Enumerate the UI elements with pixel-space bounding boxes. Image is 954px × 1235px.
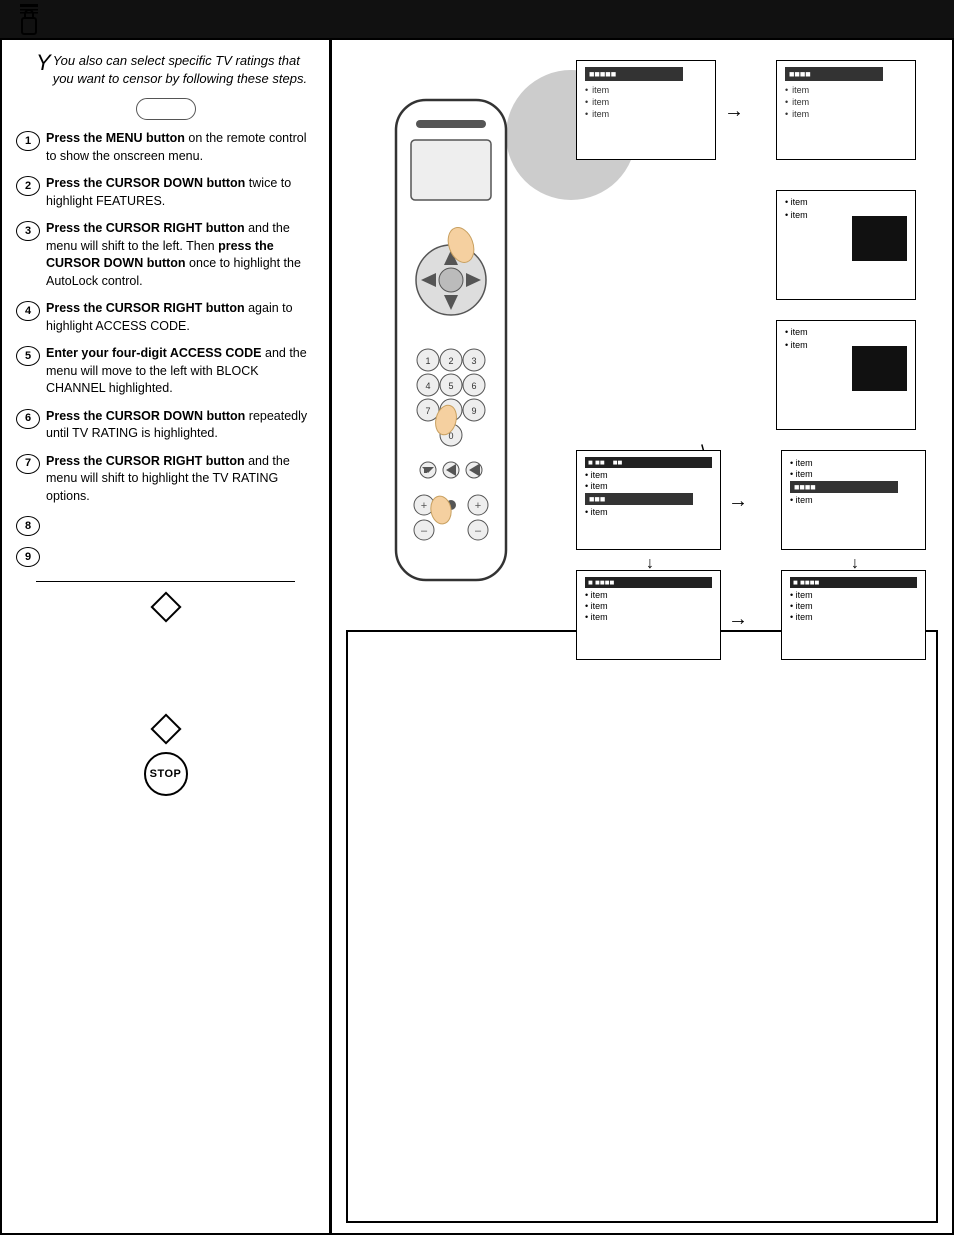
svg-text:+: + bbox=[421, 500, 427, 512]
screen-box-6: • item • item ■■■■ • item bbox=[781, 450, 926, 550]
diamond-bottom bbox=[16, 718, 315, 740]
illustration-area: 1 2 3 4 5 6 7 8 9 bbox=[346, 50, 938, 610]
stop-button-container: STOP bbox=[16, 752, 315, 796]
screen-box-7: ■ ■■■■ • item • item • item bbox=[576, 570, 721, 660]
step-7-text: Press the CURSOR RIGHT button and the me… bbox=[46, 453, 315, 506]
spacer bbox=[16, 628, 315, 708]
step-8: 8 bbox=[16, 515, 315, 536]
right-panel: 1 2 3 4 5 6 7 8 9 bbox=[332, 40, 952, 1233]
diamond-icon-top bbox=[150, 592, 181, 623]
svg-text:–: – bbox=[475, 525, 482, 537]
svg-text:1: 1 bbox=[425, 356, 430, 366]
svg-text:5: 5 bbox=[448, 381, 453, 391]
remote-pill-icon bbox=[136, 98, 196, 120]
divider bbox=[36, 581, 295, 582]
screen-3-black-block bbox=[852, 216, 907, 261]
stop-button: STOP bbox=[144, 752, 188, 796]
screen-box-5: ■ ■■ ■■ • item • item ■■■ • item bbox=[576, 450, 721, 550]
svg-text:4: 4 bbox=[425, 381, 430, 391]
arrow-right-3: → bbox=[728, 608, 748, 631]
step-6-number: 6 bbox=[16, 409, 40, 429]
screen-box-3: • item • item bbox=[776, 190, 916, 300]
step-3-text: Press the CURSOR RIGHT button and the me… bbox=[46, 220, 315, 290]
step-2: 2 Press the CURSOR DOWN button twice to … bbox=[16, 175, 315, 210]
step-4: 4 Press the CURSOR RIGHT button again to… bbox=[16, 300, 315, 335]
left-panel: YYou also can select specific TV ratings… bbox=[2, 40, 332, 1233]
lock-icon bbox=[18, 4, 40, 36]
step-5-text: Enter your four-digit ACCESS CODE and th… bbox=[46, 345, 315, 398]
arrow-down-1: ↓ bbox=[646, 555, 654, 573]
step-7: 7 Press the CURSOR RIGHT button and the … bbox=[16, 453, 315, 506]
step-2-number: 2 bbox=[16, 176, 40, 196]
svg-text:6: 6 bbox=[471, 381, 476, 391]
svg-text:2: 2 bbox=[448, 356, 453, 366]
arrow-right-2: → bbox=[728, 490, 748, 513]
svg-text:9: 9 bbox=[471, 406, 476, 416]
step-1-number: 1 bbox=[16, 131, 40, 151]
svg-text:3: 3 bbox=[471, 356, 476, 366]
screen-2-highlight: ■■■■ bbox=[785, 67, 883, 81]
bottom-text-box bbox=[346, 630, 938, 1223]
step-6-text: Press the CURSOR DOWN button repeatedly … bbox=[46, 408, 315, 443]
step-3-number: 3 bbox=[16, 221, 40, 241]
intro-text: YYou also can select specific TV ratings… bbox=[16, 52, 315, 88]
diamond-icon-bottom bbox=[150, 714, 181, 745]
step-1: 1 Press the MENU button on the remote co… bbox=[16, 130, 315, 165]
screen-box-2: ■■■■ item item item bbox=[776, 60, 916, 160]
step-8-number: 8 bbox=[16, 516, 40, 536]
svg-text:–: – bbox=[421, 525, 428, 537]
remote-control-area: 1 2 3 4 5 6 7 8 9 bbox=[346, 50, 566, 610]
top-bar bbox=[0, 0, 954, 38]
step-2-text: Press the CURSOR DOWN button twice to hi… bbox=[46, 175, 315, 210]
svg-text:+: + bbox=[475, 500, 481, 512]
step-4-text: Press the CURSOR RIGHT button again to h… bbox=[46, 300, 315, 335]
diamond-top bbox=[16, 596, 315, 618]
arrow-down-2: ↓ bbox=[851, 555, 859, 573]
svg-text:7: 7 bbox=[425, 406, 430, 416]
step-3: 3 Press the CURSOR RIGHT button and the … bbox=[16, 220, 315, 290]
step-5: 5 Enter your four-digit ACCESS CODE and … bbox=[16, 345, 315, 398]
step-4-number: 4 bbox=[16, 301, 40, 321]
screen-box-1: ■■■■■ item item item bbox=[576, 60, 716, 160]
step-5-number: 5 bbox=[16, 346, 40, 366]
screen-4-black-block bbox=[852, 346, 907, 391]
step-1-text: Press the MENU button on the remote cont… bbox=[46, 130, 315, 165]
screens-area: ■■■■■ item item item ■■■■ item item item… bbox=[576, 50, 938, 610]
step-7-number: 7 bbox=[16, 454, 40, 474]
step-9: 9 bbox=[16, 546, 315, 567]
remote-symbol bbox=[16, 98, 315, 120]
screen-1-highlight: ■■■■■ bbox=[585, 67, 683, 81]
screen-box-4: • item • item bbox=[776, 320, 916, 430]
step-6: 6 Press the CURSOR DOWN button repeatedl… bbox=[16, 408, 315, 443]
step-9-number: 9 bbox=[16, 547, 40, 567]
arrow-right-1: → bbox=[724, 100, 744, 123]
screen-box-8: ■ ■■■■ • item • item • item bbox=[781, 570, 926, 660]
main-content: YYou also can select specific TV ratings… bbox=[0, 38, 954, 1235]
